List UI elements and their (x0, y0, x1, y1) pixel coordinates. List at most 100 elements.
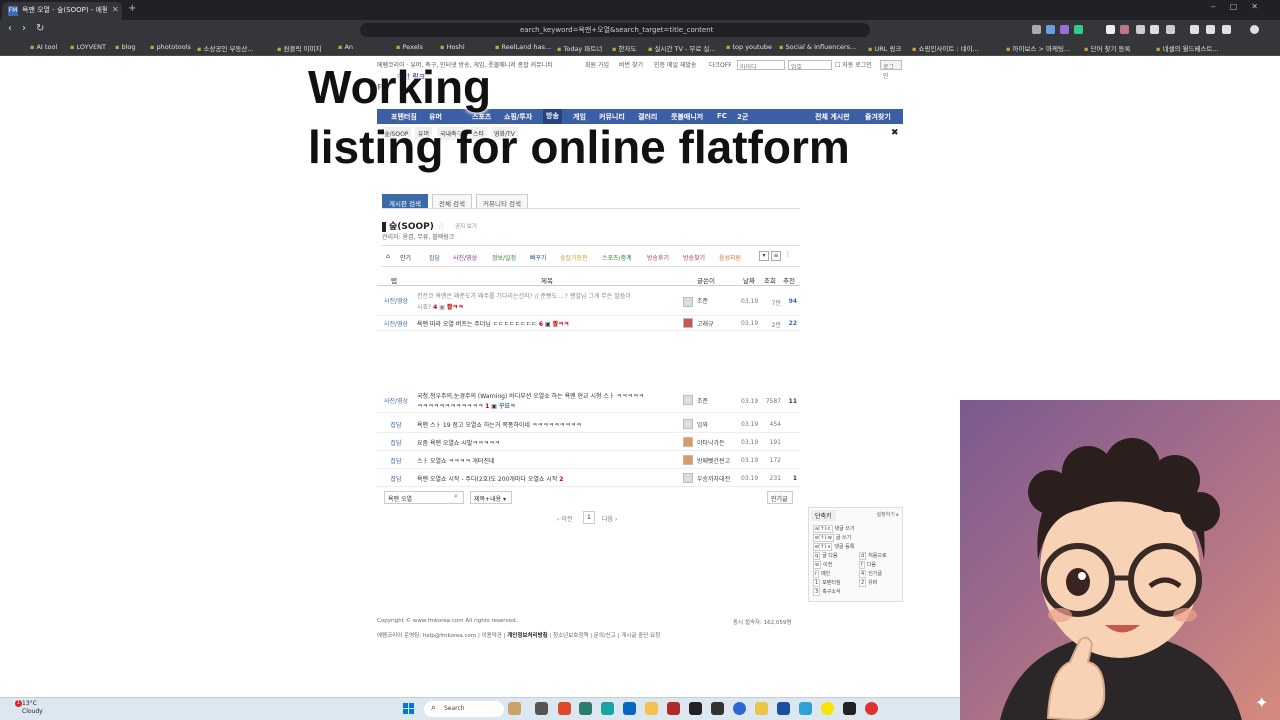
new-tab-icon[interactable]: + (128, 3, 136, 14)
bookmark[interactable]: URL 링크 (868, 43, 901, 53)
bookmark[interactable]: blog (115, 43, 135, 51)
prev-page[interactable]: ‹ 이전 (557, 514, 572, 523)
table-row[interactable]: 잡담 욕맨 스ㅏ 19 점고 오열쇼 하는거 쪽퐁하이네 ㅋㅋㅋㅋㅋㅋㅋㅋㅋ 잉… (377, 415, 800, 433)
browser-tab[interactable]: FM 욕맨 오열 - 숲(SOOP) - 에펨코리아 ✕ (2, 2, 122, 20)
bookmark[interactable]: AI tool (30, 43, 57, 51)
reload-icon[interactable]: ↻ (36, 23, 44, 34)
comment-count[interactable]: 1 (485, 403, 489, 410)
window-controls[interactable]: ‒□✕ (1211, 2, 1272, 11)
row-title[interactable]: 욕맨 스ㅏ 19 점고 오열쇼 하는거 쪽퐁하이네 ㅋㅋㅋㅋㅋㅋㅋㅋㅋ (417, 420, 582, 429)
star-icon[interactable]: ☆ (437, 222, 445, 232)
extension-icon[interactable] (1074, 25, 1083, 34)
table-row[interactable]: 잡담 요즘 욕맨 오열쇼 시발ㅋㅋㅋㅋㅋ 이타낙가든 03.19 191 (377, 433, 800, 451)
category-item[interactable]: 숲잡기장판 (560, 253, 588, 262)
notice-link[interactable]: 공지 보기 (455, 222, 477, 230)
windows-start-icon[interactable] (403, 703, 414, 714)
bookmark[interactable]: 쇼핑인사이트 : 네이... (912, 43, 978, 53)
extension-icon[interactable] (1060, 25, 1069, 34)
category-item[interactable]: 사진/영상 (453, 253, 477, 262)
extension-icon[interactable] (1166, 25, 1175, 34)
footer-links-prefix[interactable]: 에펨코리아 운영팀: help@fmkorea.com | 이용약관 | (377, 633, 505, 639)
table-row[interactable]: 사진/영상 컨잔코 욕맨은 왜준도가 왜주를 기다리는건지? // 준빵도 ..… (377, 288, 800, 316)
app-icon[interactable] (755, 702, 768, 715)
row-tab[interactable]: 사진/영상 (377, 319, 415, 328)
category-item[interactable]: 잡담 (429, 253, 440, 262)
bookmark[interactable]: Today 파트너 (557, 43, 602, 53)
footer-links-suffix[interactable]: | 청소년보호정책 | 문의/신고 | 게시글 중단 요청 (549, 633, 660, 639)
app-icon[interactable] (865, 702, 878, 715)
row-tab[interactable]: 사진/영상 (377, 396, 415, 405)
row-title[interactable]: 스ㅏ 오열쇼 ㅋㅋㅋㅋ 개터진네 (417, 456, 494, 465)
row-tab[interactable]: 잡담 (377, 420, 415, 429)
extension-icon[interactable] (1120, 25, 1129, 34)
row-writer[interactable]: 조준 (697, 396, 708, 405)
row-tab[interactable]: 잡담 (377, 474, 415, 483)
table-row[interactable]: 사진/영상 욕맨 따라 오열 버프는 주더님 ㄷㄷㄷㄷㄷㄷㄷㄷ 6 ▣ 짤ㅋㅋ … (377, 316, 800, 331)
bookmark[interactable]: 한자도 (612, 43, 636, 53)
row-tab[interactable]: 잡담 (377, 456, 415, 465)
shortcut-settings[interactable]: 설정하기 ▸ (877, 511, 900, 518)
row-writer[interactable]: 이타낙가든 (697, 438, 725, 447)
search-target-select[interactable]: 제목+내용 ▾ (470, 491, 512, 504)
url-input[interactable]: earch_keyword=욕맨+오열&search_target=title_… (360, 23, 870, 37)
bookmark[interactable]: LOYVENT (70, 43, 106, 51)
bookmark[interactable]: An (338, 43, 353, 51)
notion-icon[interactable] (689, 702, 702, 715)
extension-icon[interactable] (1106, 25, 1115, 34)
row-writer[interactable]: 방패빳간씬고 (697, 456, 730, 465)
extension-icon[interactable] (1136, 25, 1145, 34)
row-tab[interactable]: 잡담 (377, 438, 415, 447)
close-tab-icon[interactable]: ✕ (112, 5, 119, 14)
outlook-icon[interactable] (623, 702, 636, 715)
app-icon[interactable] (711, 702, 724, 715)
app-icon[interactable] (733, 702, 746, 715)
bookmark[interactable]: 아이보스 > 마케팅... (1006, 43, 1070, 53)
category-item[interactable]: 스포츠/중계 (602, 253, 632, 262)
app-icon[interactable] (579, 702, 592, 715)
extension-icon[interactable] (1150, 25, 1159, 34)
back-icon[interactable]: ‹ (8, 23, 12, 34)
table-row[interactable]: 잡담 욕맨 오열쇼 시작 - 주다(2호)도 200개마다 오열쇼 시작 2 우… (377, 469, 800, 487)
bookmark[interactable]: 네셀의 월드베스트... (1156, 43, 1218, 53)
row-writer[interactable]: 잉와 (697, 420, 708, 429)
row-writer[interactable]: 고래규 (697, 319, 714, 328)
category-item[interactable]: 방송찾기 (683, 253, 705, 262)
board-title[interactable]: 숲(SOOP) ☆ (382, 219, 445, 232)
category-item[interactable]: 방송후기 (647, 253, 669, 262)
table-row[interactable]: 사진/영상 국청,청우주의,눈경주의 (Warning) 바디부션 오열쇼 하는… (377, 387, 800, 413)
extension-icon[interactable] (1046, 25, 1055, 34)
folder-icon[interactable] (645, 702, 658, 715)
extension-icon[interactable] (1190, 25, 1199, 34)
app-icon[interactable] (777, 702, 790, 715)
row-title[interactable]: 국청,청우주의,눈경주의 (Warning) 바디부션 오열쇼 하는 욕맨 현교… (417, 391, 644, 400)
category-item[interactable]: 정보/일정 (492, 253, 516, 262)
popular-button[interactable]: 인기글 (767, 491, 793, 504)
bookmark[interactable]: 원클릭 이미지 (277, 43, 321, 53)
dropdown-icon[interactable]: ▾ (759, 251, 769, 261)
app-icon[interactable] (799, 702, 812, 715)
bookmark[interactable]: Pexels (396, 43, 422, 51)
bookmark[interactable]: 소상공인 부동산... (197, 43, 253, 53)
row-title[interactable]: 욕맨 오열쇼 시작 - 주다(2호)도 200개마다 오열쇼 시작 2 (417, 474, 563, 483)
row-writer[interactable]: 조준 (697, 296, 708, 305)
weather-widget[interactable]: 13°C Cloudy (22, 700, 43, 716)
tab-community-search[interactable]: 커뮤니티 검색 (476, 194, 528, 209)
category-item[interactable]: 음성지원 (719, 253, 741, 262)
app-icon[interactable] (601, 702, 614, 715)
list-view-icon[interactable]: ≡ (771, 251, 781, 261)
app-icon[interactable] (667, 702, 680, 715)
tab-all-search[interactable]: 전체 검색 (432, 194, 472, 209)
row-title-cont[interactable]: 시죠? 4 ▣ 짤ㅋㅋ (417, 302, 463, 311)
next-page[interactable]: 다음 › (602, 514, 617, 523)
row-title[interactable]: 요즘 욕맨 오열쇼 시발ㅋㅋㅋㅋㅋ (417, 438, 500, 447)
bookmark[interactable]: ReelLand has... (495, 43, 551, 51)
row-title[interactable]: 욕맨 따라 오열 버프는 주더님 ㄷㄷㄷㄷㄷㄷㄷㄷ 6 ▣ 짤ㅋㅋ (417, 319, 569, 328)
taskbar-search[interactable]: Search (424, 701, 504, 717)
bookmark[interactable]: 단어 찾기 등록 (1084, 43, 1130, 53)
privacy-link[interactable]: 개인정보처리방침 (507, 633, 547, 639)
forward-icon[interactable]: › (22, 23, 26, 34)
download-icon[interactable] (1222, 25, 1231, 34)
grid-view-icon[interactable]: ⋮ (783, 251, 793, 261)
sidebar-icon[interactable] (1206, 25, 1215, 34)
app-icon[interactable] (535, 702, 548, 715)
